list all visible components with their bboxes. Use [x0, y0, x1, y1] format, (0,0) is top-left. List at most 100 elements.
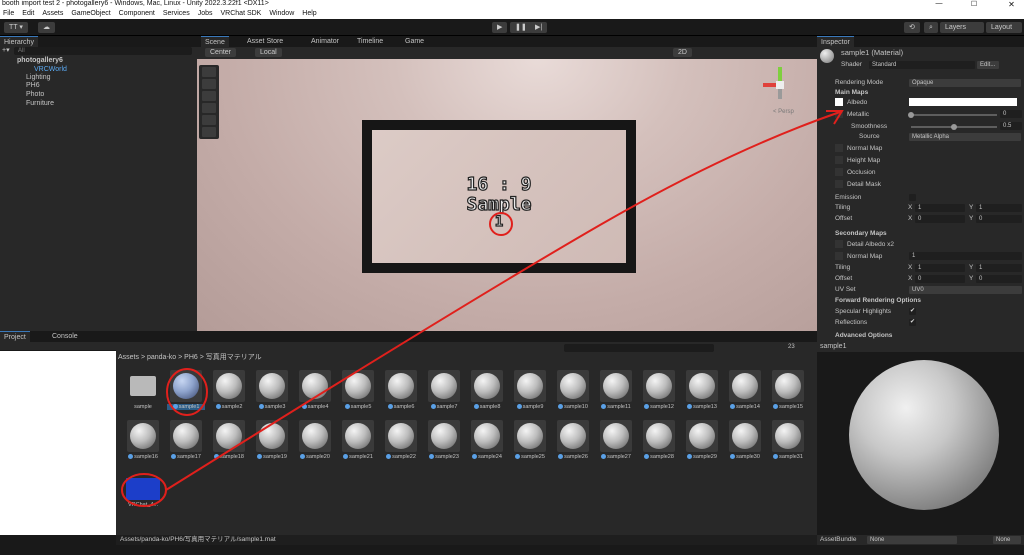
rendering-mode-dropdown[interactable]: Opaque — [909, 79, 1021, 87]
project-search-input[interactable] — [564, 344, 714, 352]
asset-item[interactable]: sample25 — [511, 420, 549, 460]
asset-item[interactable]: sample24 — [468, 420, 506, 460]
asset-item[interactable]: sample1 — [167, 370, 205, 410]
offset2-y-field[interactable]: 0 — [976, 275, 1022, 283]
asset-item[interactable]: sample2 — [210, 370, 248, 410]
toggle-2d-button[interactable]: 2D — [673, 48, 692, 57]
asset-item[interactable]: sample15 — [769, 370, 807, 410]
asset-item[interactable]: sample22 — [382, 420, 420, 460]
metallic-texture-slot[interactable] — [835, 110, 843, 118]
albedo-texture-slot[interactable] — [835, 98, 843, 106]
asset-item[interactable]: sample17 — [167, 420, 205, 460]
uvset-dropdown[interactable]: UV0 — [909, 286, 1022, 294]
cloud-icon[interactable]: ☁ — [38, 22, 55, 33]
smoothness-value[interactable]: 0.5 — [1000, 122, 1022, 130]
asset-item[interactable]: sample13 — [683, 370, 721, 410]
tab-hierarchy[interactable]: Hierarchy — [0, 36, 38, 47]
asset-item[interactable]: sample4 — [296, 370, 334, 410]
asset-item[interactable]: VRChat_4... — [124, 473, 162, 508]
asset-item[interactable]: sample27 — [597, 420, 635, 460]
close-button[interactable]: ✕ — [999, 0, 1024, 9]
albedo-color-swatch[interactable] — [909, 98, 1017, 106]
tab-asset-store[interactable]: Asset Store — [243, 36, 287, 47]
menu-component[interactable]: Component — [119, 9, 155, 19]
assetbundle-variant-dropdown[interactable]: None — [993, 536, 1021, 544]
asset-item[interactable]: sample30 — [726, 420, 764, 460]
layout-dropdown[interactable]: Layout — [986, 22, 1022, 33]
asset-item[interactable]: sample14 — [726, 370, 764, 410]
tiling2-x-field[interactable]: 1 — [915, 264, 965, 272]
account-dropdown[interactable]: TT ▾ — [4, 22, 28, 33]
shader-edit-button[interactable]: Edit... — [977, 61, 999, 69]
asset-item[interactable]: sample3 — [253, 370, 291, 410]
tab-animator[interactable]: Animator — [307, 36, 343, 47]
shader-dropdown[interactable]: Standard — [869, 61, 975, 69]
tiling-y-field[interactable]: 1 — [976, 204, 1022, 212]
tab-project[interactable]: Project — [0, 331, 30, 342]
emission-checkbox[interactable] — [909, 194, 916, 201]
search-icon[interactable]: ⌕ — [924, 22, 938, 33]
scale-tool-icon[interactable] — [202, 103, 216, 113]
asset-item[interactable]: sample26 — [554, 420, 592, 460]
hierarchy-item[interactable]: Furniture — [26, 100, 54, 108]
step-button[interactable]: ▶| — [530, 22, 548, 33]
tab-scene[interactable]: Scene — [201, 36, 229, 47]
menu-assets[interactable]: Assets — [42, 9, 63, 19]
smoothness-slider-knob[interactable] — [951, 124, 957, 130]
tiling-x-field[interactable]: 1 — [915, 204, 965, 212]
asset-item[interactable]: sample20 — [296, 420, 334, 460]
rotate-tool-icon[interactable] — [202, 91, 216, 101]
asset-item[interactable]: sample18 — [210, 420, 248, 460]
offset-x-field[interactable]: 0 — [915, 215, 965, 223]
persp-label[interactable]: < Persp — [773, 109, 794, 115]
asset-item[interactable]: sample9 — [511, 370, 549, 410]
asset-item[interactable]: sample12 — [640, 370, 678, 410]
play-button[interactable]: ▶ — [492, 22, 508, 33]
metallic-slider-knob[interactable] — [908, 112, 914, 118]
asset-item[interactable]: sample10 — [554, 370, 592, 410]
move-tool-icon[interactable] — [202, 79, 216, 89]
detail-albedo-slot[interactable] — [835, 240, 843, 248]
normal-map2-value[interactable]: 1 — [909, 252, 1022, 260]
tab-console[interactable]: Console — [48, 331, 82, 342]
tab-inspector[interactable]: Inspector — [817, 36, 854, 47]
menu-help[interactable]: Help — [302, 9, 316, 19]
asset-item[interactable]: sample — [124, 370, 162, 410]
assetbundle-dropdown[interactable]: None — [867, 536, 957, 544]
occlusion-slot[interactable] — [835, 168, 843, 176]
asset-item[interactable]: sample7 — [425, 370, 463, 410]
normal-map-slot[interactable] — [835, 144, 843, 152]
offset-y-field[interactable]: 0 — [976, 215, 1022, 223]
add-object-button[interactable]: +▾ — [2, 47, 10, 55]
material-preview[interactable] — [817, 352, 1024, 535]
scene-view[interactable]: 16 : 9 Sample 1 < Persp — [197, 59, 817, 331]
scene-gizmo[interactable] — [763, 67, 799, 103]
breadcrumb[interactable]: Assets > panda-ko > PH6 > 写真用マテリアル — [118, 353, 262, 363]
asset-item[interactable]: sample19 — [253, 420, 291, 460]
asset-item[interactable]: sample5 — [339, 370, 377, 410]
asset-item[interactable]: sample28 — [640, 420, 678, 460]
rect-tool-icon[interactable] — [202, 115, 216, 125]
hand-tool-icon[interactable] — [202, 67, 216, 77]
tiling2-y-field[interactable]: 1 — [976, 264, 1022, 272]
source-dropdown[interactable]: Metallic Alpha — [909, 133, 1021, 141]
menu-window[interactable]: Window — [269, 9, 294, 19]
menu-services[interactable]: Services — [163, 9, 190, 19]
minimize-button[interactable]: — — [929, 0, 949, 7]
asset-item[interactable]: sample31 — [769, 420, 807, 460]
menu-gameobject[interactable]: GameObject — [71, 9, 110, 19]
history-icon[interactable]: ⟲ — [904, 22, 920, 33]
hierarchy-item[interactable]: Photo — [26, 91, 44, 99]
height-map-slot[interactable] — [835, 156, 843, 164]
reflections-checkbox[interactable]: ✔ — [909, 319, 916, 326]
asset-item[interactable]: sample6 — [382, 370, 420, 410]
layers-dropdown[interactable]: Layers — [940, 22, 984, 33]
hierarchy-item[interactable]: PH6 — [26, 82, 40, 90]
asset-item[interactable]: sample21 — [339, 420, 377, 460]
detail-mask-slot[interactable] — [835, 180, 843, 188]
hierarchy-search-input[interactable]: All — [14, 47, 192, 55]
specular-checkbox[interactable]: ✔ — [909, 308, 916, 315]
asset-item[interactable]: sample29 — [683, 420, 721, 460]
space-dropdown[interactable]: Local — [255, 48, 282, 57]
metallic-value[interactable]: 0 — [1000, 110, 1022, 118]
